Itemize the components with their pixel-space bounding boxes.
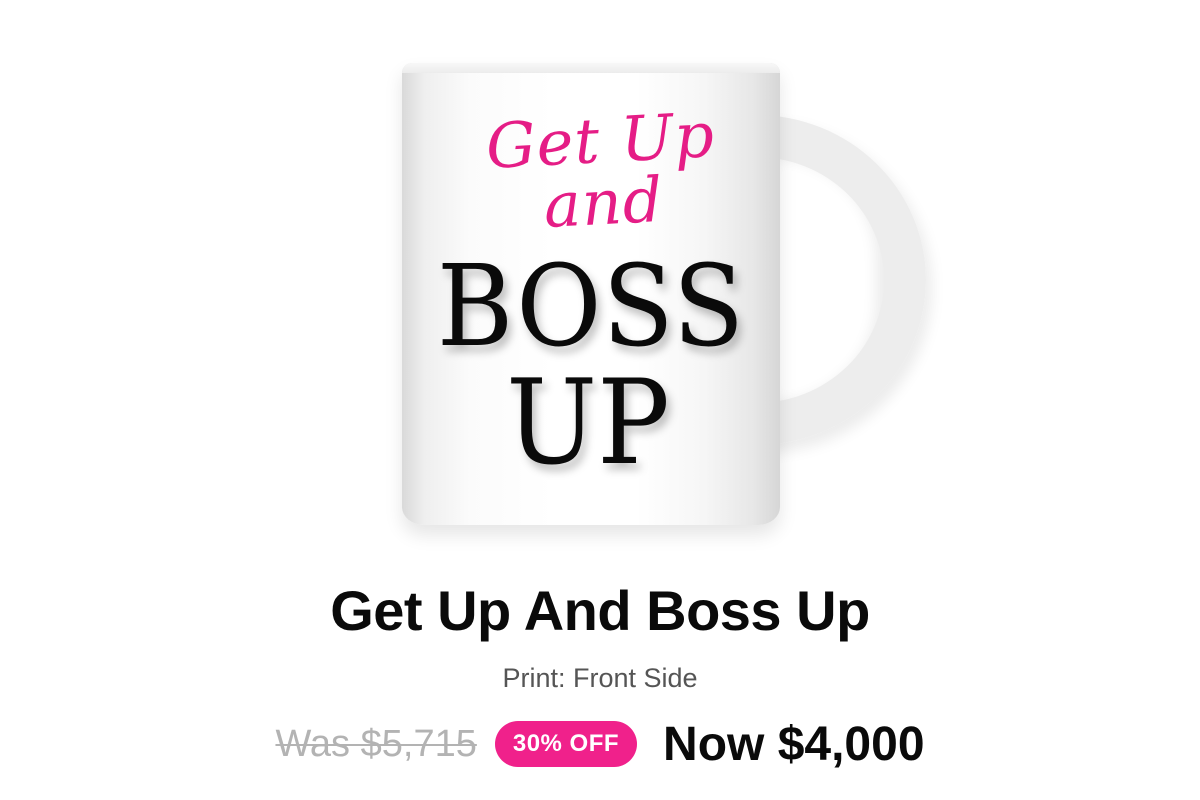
price-row: Was $5,715 30% OFF Now $4,000: [0, 714, 1200, 774]
print-option: Print: Front Side: [502, 663, 698, 693]
discount-badge: 30% OFF: [494, 721, 638, 767]
original-price: Was $5,715: [275, 722, 477, 765]
mug-main-text-boss: BOSS: [436, 240, 746, 372]
sale-price: Now $4,000: [663, 717, 925, 771]
mug-script-text: Get Up and: [484, 98, 717, 243]
product-card: Get Up and BOSS UP Get Up And Boss Up Pr…: [0, 0, 1200, 800]
product-image[interactable]: Get Up and BOSS UP: [0, 0, 1200, 560]
product-title[interactable]: Get Up And Boss Up: [0, 578, 1200, 643]
mug-main-text-up: UP: [506, 355, 670, 491]
mug-print: Get Up and BOSS UP: [402, 98, 780, 482]
mug-rim: [402, 63, 780, 73]
